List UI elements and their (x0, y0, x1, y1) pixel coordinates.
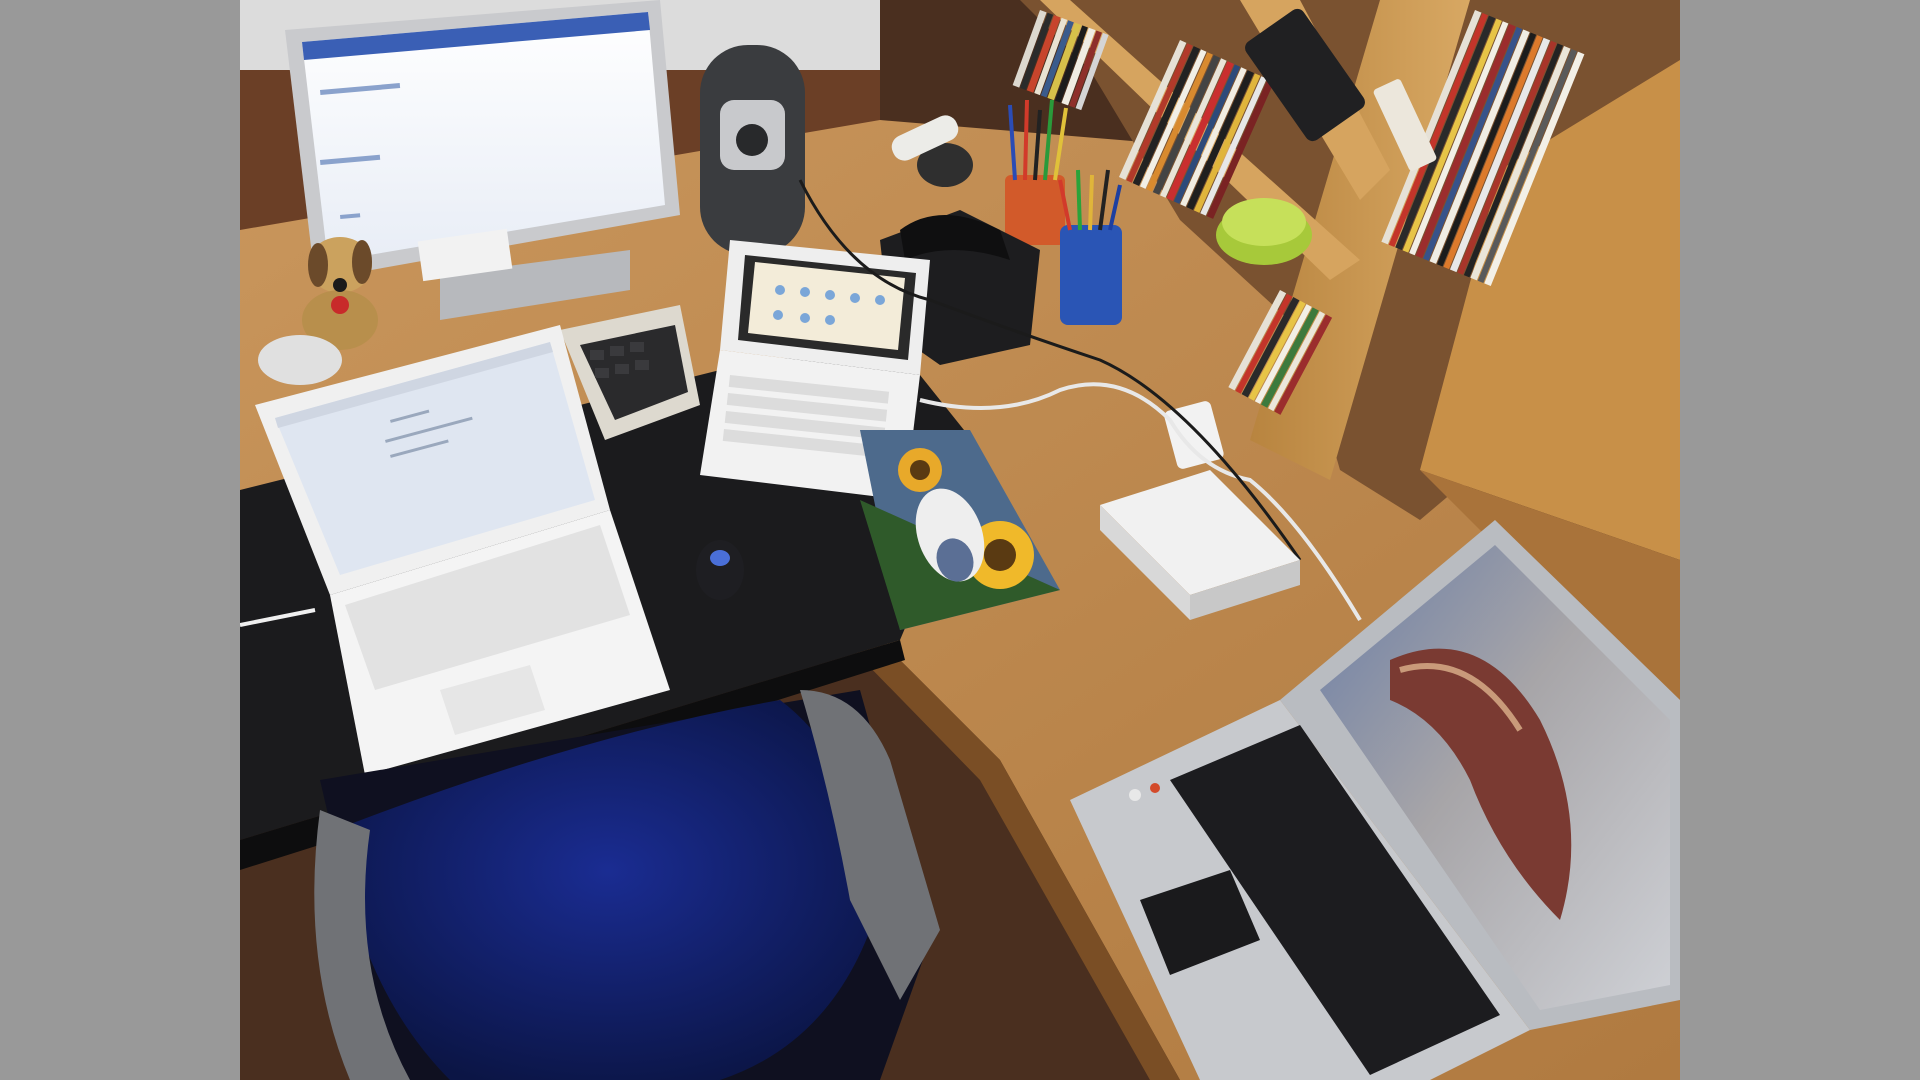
desk-scene (240, 0, 1680, 1080)
status-light (1150, 783, 1160, 793)
power-button (1129, 789, 1141, 801)
speaker-driver (736, 124, 768, 156)
mouse-wheel-light (710, 550, 730, 566)
lamp-base (258, 335, 342, 385)
desk-photo (240, 0, 1680, 1080)
cd-spindle-top (1222, 198, 1306, 246)
black-mouse (696, 540, 744, 600)
letterbox-background (0, 0, 1920, 1080)
